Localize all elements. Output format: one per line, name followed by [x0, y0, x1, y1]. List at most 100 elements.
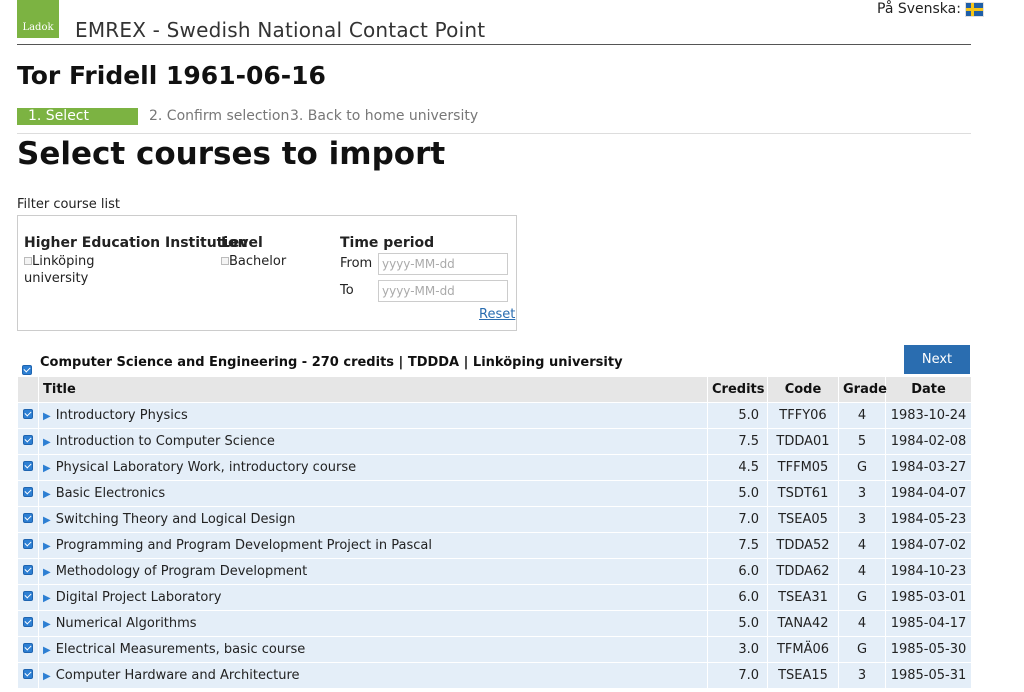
course-title: Programming and Program Development Proj… — [55, 538, 432, 553]
row-checkbox[interactable] — [23, 435, 33, 445]
student-name: Tor Fridell 1961-06-16 — [17, 61, 326, 90]
table-row[interactable]: ▶ Programming and Program Development Pro… — [17, 532, 972, 559]
course-title-cell[interactable]: ▶ Methodology of Program Development — [38, 558, 708, 585]
course-title-cell[interactable]: ▶ Introduction to Computer Science — [38, 428, 708, 455]
row-checkbox[interactable] — [23, 539, 33, 549]
expand-arrow-icon[interactable]: ▶ — [43, 515, 51, 526]
steps-divider — [17, 133, 971, 134]
hei-checkbox[interactable] — [24, 257, 32, 265]
date-cell: 1984-04-07 — [885, 480, 972, 507]
date-column-header[interactable]: Date — [885, 376, 972, 403]
row-checkbox[interactable] — [23, 513, 33, 523]
course-title-cell[interactable]: ▶ Digital Project Laboratory — [38, 584, 708, 611]
expand-arrow-icon[interactable]: ▶ — [43, 541, 51, 552]
expand-arrow-icon[interactable]: ▶ — [43, 593, 51, 604]
filter-label: Filter course list — [17, 197, 121, 212]
credits-column-header[interactable]: Credits — [707, 376, 768, 403]
row-checkbox-cell[interactable] — [17, 480, 39, 507]
course-title-cell[interactable]: ▶ Basic Electronics — [38, 480, 708, 507]
course-title-cell[interactable]: ▶ Numerical Algorithms — [38, 610, 708, 637]
row-checkbox-cell[interactable] — [17, 402, 39, 429]
grade-cell: 4 — [838, 558, 886, 585]
level-filter-option[interactable]: Bachelor — [221, 253, 286, 270]
row-checkbox-cell[interactable] — [17, 454, 39, 481]
row-checkbox[interactable] — [23, 669, 33, 679]
table-row[interactable]: ▶ Introduction to Computer Science 7.5 TDDA… — [17, 428, 972, 455]
course-title: Introductory Physics — [55, 408, 188, 423]
expand-arrow-icon[interactable]: ▶ — [43, 567, 51, 578]
grade-cell: 4 — [838, 532, 886, 559]
row-checkbox-cell[interactable] — [17, 558, 39, 585]
row-checkbox-cell[interactable] — [17, 584, 39, 611]
code-cell: TANA42 — [767, 610, 839, 637]
row-checkbox[interactable] — [23, 487, 33, 497]
table-row[interactable]: ▶ Methodology of Program Development 6.0 TD… — [17, 558, 972, 585]
hei-option-label[interactable]: Linköping university — [24, 254, 94, 286]
row-checkbox-cell[interactable] — [17, 662, 39, 689]
row-checkbox-cell[interactable] — [17, 428, 39, 455]
code-cell: TDDA01 — [767, 428, 839, 455]
grade-column-header[interactable]: Grade — [838, 376, 887, 403]
row-checkbox[interactable] — [23, 565, 33, 575]
row-checkbox-cell[interactable] — [17, 636, 39, 663]
course-title-cell[interactable]: ▶ Switching Theory and Logical Design — [38, 506, 708, 533]
language-switch-label[interactable]: På Svenska: — [877, 1, 961, 17]
expand-arrow-icon[interactable]: ▶ — [43, 463, 51, 474]
expand-arrow-icon[interactable]: ▶ — [43, 489, 51, 500]
grade-cell: 4 — [838, 402, 886, 429]
grade-cell: G — [838, 454, 886, 481]
time-period-heading: Time period — [340, 235, 435, 251]
table-row[interactable]: ▶ Digital Project Laboratory 6.0 TSEA31 G 198… — [17, 584, 972, 611]
credits-cell: 7.5 — [707, 532, 768, 559]
grade-cell: 3 — [838, 506, 886, 533]
select-column-header — [17, 376, 39, 403]
expand-arrow-icon[interactable]: ▶ — [43, 671, 51, 682]
language-switch-link[interactable]: På Svenska: — [877, 1, 984, 17]
grade-cell: 3 — [838, 480, 886, 507]
row-checkbox[interactable] — [23, 409, 33, 419]
from-date-input[interactable] — [378, 253, 508, 275]
table-row[interactable]: ▶ Computer Hardware and Architecture 7.0 TS… — [17, 662, 972, 689]
row-checkbox-cell[interactable] — [17, 506, 39, 533]
reset-link[interactable]: Reset — [479, 307, 515, 322]
program-checkbox[interactable] — [22, 365, 32, 375]
credits-cell: 3.0 — [707, 636, 768, 663]
row-checkbox[interactable] — [23, 591, 33, 601]
table-row[interactable]: ▶ Electrical Measurements, basic course 3.… — [17, 636, 972, 663]
expand-arrow-icon[interactable]: ▶ — [43, 645, 51, 656]
course-title-cell[interactable]: ▶ Introductory Physics — [38, 402, 708, 429]
course-title-cell[interactable]: ▶ Programming and Program Development Pro… — [38, 532, 708, 559]
level-option-label[interactable]: Bachelor — [229, 254, 286, 269]
course-title-cell[interactable]: ▶ Electrical Measurements, basic course — [38, 636, 708, 663]
code-column-header[interactable]: Code — [767, 376, 839, 403]
row-checkbox[interactable] — [23, 461, 33, 471]
course-title-cell[interactable]: ▶ Physical Laboratory Work, introductory … — [38, 454, 708, 481]
row-checkbox-cell[interactable] — [17, 610, 39, 637]
table-row[interactable]: ▶ Numerical Algorithms 5.0 TANA42 4 1985-04-1… — [17, 610, 972, 637]
swedish-flag-icon[interactable] — [964, 1, 984, 17]
step-back-to-home: 3. Back to home university — [290, 108, 479, 124]
table-row[interactable]: ▶ Basic Electronics 5.0 TSDT61 3 1984-04-07 — [17, 480, 972, 507]
row-checkbox-cell[interactable] — [17, 532, 39, 559]
row-checkbox[interactable] — [23, 617, 33, 627]
code-cell: TSEA15 — [767, 662, 839, 689]
level-checkbox[interactable] — [221, 257, 229, 265]
table-row[interactable]: ▶ Introductory Physics 5.0 TFFY06 4 1983-10-2… — [17, 402, 972, 429]
table-header-row: Title Credits Code Grade Date — [17, 376, 972, 403]
code-cell: TFMÄ06 — [767, 636, 839, 663]
grade-cell: 3 — [838, 662, 886, 689]
title-column-header[interactable]: Title — [38, 376, 708, 403]
expand-arrow-icon[interactable]: ▶ — [43, 411, 51, 422]
expand-arrow-icon[interactable]: ▶ — [43, 619, 51, 630]
row-checkbox[interactable] — [23, 643, 33, 653]
hei-filter-option[interactable]: Linköping university — [24, 253, 144, 287]
course-title-cell[interactable]: ▶ Computer Hardware and Architecture — [38, 662, 708, 689]
next-button[interactable]: Next — [904, 345, 970, 374]
course-title: Introduction to Computer Science — [55, 434, 275, 449]
to-label: To — [340, 283, 354, 298]
table-row[interactable]: ▶ Physical Laboratory Work, introductory … — [17, 454, 972, 481]
expand-arrow-icon[interactable]: ▶ — [43, 437, 51, 448]
to-date-input[interactable] — [378, 280, 508, 302]
table-row[interactable]: ▶ Switching Theory and Logical Design 7.0 T… — [17, 506, 972, 533]
course-title: Numerical Algorithms — [55, 616, 197, 631]
